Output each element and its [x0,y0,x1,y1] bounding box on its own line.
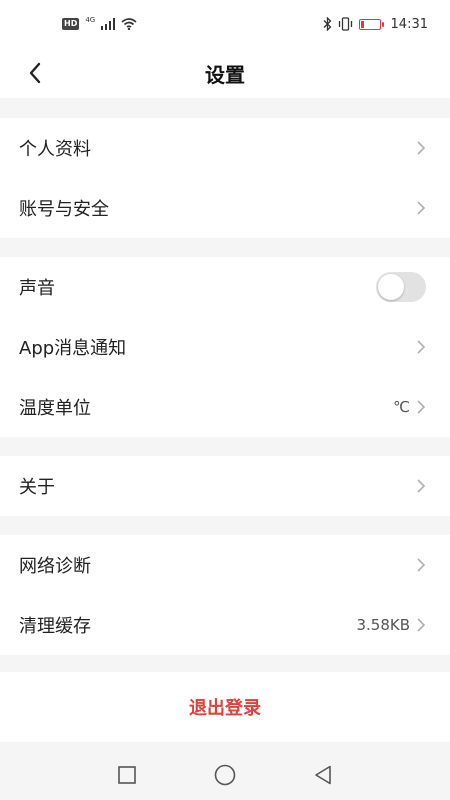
signal-icon [101,18,116,30]
back-icon [315,765,331,785]
settings-item-label: 关于 [19,477,55,498]
chevron-right-icon [417,558,426,572]
cache-size-value: 3.58KB [356,616,410,634]
settings-item-app-notifications[interactable]: App消息通知 [0,317,450,377]
battery-icon [358,18,384,30]
recent-apps-button[interactable] [116,764,138,786]
settings-item-label: 温度单位 [19,398,91,419]
chevron-right-icon [417,618,426,632]
settings-item-clear-cache[interactable]: 清理缓存 3.58KB [0,595,450,655]
settings-item-profile[interactable]: 个人资料 [0,118,450,178]
hd-badge: HD [62,18,80,30]
back-nav-button[interactable] [312,764,334,786]
settings-item-label: 清理缓存 [19,616,91,637]
chevron-right-icon [417,340,426,354]
vibrate-icon [338,17,352,31]
settings-item-label: App消息通知 [19,338,127,359]
chevron-right-icon [417,201,426,215]
page-title: 设置 [205,63,245,87]
recent-apps-icon [118,766,136,784]
home-icon [214,764,236,786]
logout-button[interactable]: 退出登录 [183,693,267,721]
chevron-right-icon [417,141,426,155]
sound-toggle[interactable] [376,272,426,302]
header: 设置 [0,48,450,98]
settings-item-label: 个人资料 [19,139,91,160]
settings-item-label: 网络诊断 [19,556,91,577]
status-bar: HD 4G 14:31 [0,0,450,48]
settings-item-network-diagnosis[interactable]: 网络诊断 [0,535,450,595]
settings-group-tools: 网络诊断 清理缓存 3.58KB [0,535,450,655]
temperature-unit-value: ℃ [393,398,410,416]
settings-item-label: 账号与安全 [19,199,109,220]
settings-item-sound: 声音 [0,257,450,317]
settings-group-profile: 个人资料 账号与安全 [0,118,450,238]
chevron-right-icon [417,479,426,493]
settings-item-about[interactable]: 关于 [0,456,450,516]
system-nav-bar [0,750,450,800]
chevron-right-icon [417,400,426,414]
status-bar-right: 14:31 [323,17,428,32]
settings-group-preferences: 声音 App消息通知 温度单位 ℃ [0,257,450,437]
home-button[interactable] [214,764,236,786]
settings-item-account-security[interactable]: 账号与安全 [0,178,450,238]
settings-item-label: 声音 [19,278,55,299]
status-time: 14:31 [390,16,428,32]
toggle-knob [378,274,404,300]
logout-section: 退出登录 [0,672,450,742]
status-bar-left: HD 4G [62,16,137,30]
bluetooth-icon [323,17,331,31]
settings-item-temperature-unit[interactable]: 温度单位 ℃ [0,377,450,437]
network-type-label: 4G [85,16,96,24]
settings-group-about: 关于 [0,456,450,516]
wifi-icon [121,18,137,30]
